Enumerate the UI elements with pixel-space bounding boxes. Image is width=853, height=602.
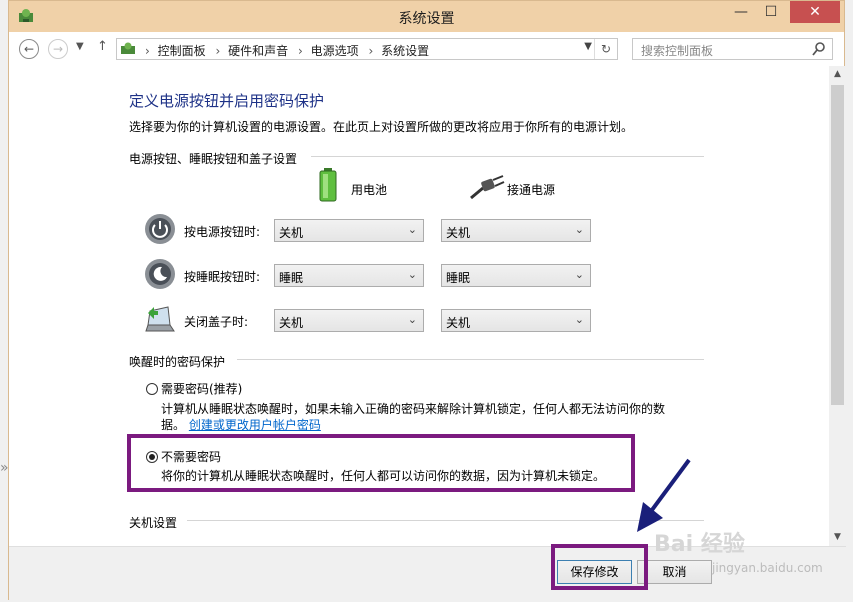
chevron-down-icon: ⌄ [574, 268, 584, 281]
breadcrumb-separator[interactable]: › [298, 44, 303, 58]
require-password-description-end: 据。 [161, 418, 186, 432]
breadcrumb-control-panel[interactable]: 控制面板 [158, 44, 206, 58]
search-placeholder: 搜索控制面板 [641, 44, 714, 58]
power-button-label: 按电源按钮时: [184, 225, 261, 239]
close-lid-plugged-select[interactable]: 关机 ⌄ [441, 309, 591, 332]
create-password-link[interactable]: 创建或更改用户帐户密码 [189, 418, 321, 432]
annotation-highlight-option [127, 434, 635, 492]
vertical-scrollbar[interactable]: ▲ ▼ [829, 66, 846, 546]
power-plug-icon [470, 175, 505, 200]
page-title: 定义电源按钮并启用密码保护 [129, 92, 325, 110]
chevron-down-icon: ⌄ [407, 223, 417, 236]
annotation-arrow-icon [637, 458, 691, 532]
control-panel-icon [121, 42, 135, 54]
navigation-bar: ← → ▼ ↑ › 控制面板 › 硬件和声音 › 电源选项 › 系统设置 ▼ ↻… [9, 32, 844, 66]
require-password-label[interactable]: 需要密码(推荐) [161, 380, 242, 397]
breadcrumb-hardware-sound[interactable]: 硬件和声音 [228, 44, 288, 58]
require-password-radio[interactable] [146, 383, 158, 395]
selected-value: 睡眠 [279, 271, 304, 285]
close-lid-battery-select[interactable]: 关机 ⌄ [274, 309, 424, 332]
battery-icon [319, 168, 337, 202]
refresh-button[interactable]: ↻ [594, 39, 617, 59]
titlebar: 系统设置 — ☐ ✕ [9, 1, 844, 32]
page-description: 选择要为你的计算机设置的电源设置。在此页上对设置所做的更改将应用于你所有的电源计… [129, 120, 634, 134]
plugged-column-header: 接通电源 [507, 183, 556, 197]
minimize-button[interactable]: — [726, 1, 756, 23]
selected-value: 关机 [279, 316, 304, 330]
breadcrumb-separator[interactable]: › [368, 44, 373, 58]
selected-value: 关机 [279, 226, 304, 240]
section-divider [187, 520, 704, 521]
power-button-plugged-select[interactable]: 关机 ⌄ [441, 219, 591, 242]
watermark-url: jingyan.baidu.com [712, 561, 823, 575]
shutdown-section-title: 关机设置 [129, 516, 178, 530]
selected-value: 关机 [446, 226, 471, 240]
breadcrumb-separator: › [145, 44, 150, 58]
power-section-title: 电源按钮、睡眠按钮和盖子设置 [129, 152, 298, 166]
chevron-down-icon: ⌄ [574, 313, 584, 326]
sleep-button-icon [145, 259, 175, 289]
search-input[interactable]: 搜索控制面板 [632, 38, 833, 60]
sleep-button-battery-select[interactable]: 睡眠 ⌄ [274, 264, 424, 287]
close-lid-label: 关闭盖子时: [184, 315, 249, 329]
back-button[interactable]: ← [19, 39, 39, 59]
breadcrumb-system-settings[interactable]: 系统设置 [381, 44, 429, 58]
selected-value: 关机 [446, 316, 471, 330]
require-password-description: 计算机从睡眠状态唤醒时，如果未输入正确的密码来解除计算机锁定，任何人都无法访问你… [161, 402, 666, 416]
watermark-brand: Bai 经验 [654, 532, 745, 557]
chevron-down-icon: ⌄ [574, 223, 584, 236]
scrollbar-thumb[interactable] [831, 85, 844, 405]
breadcrumb: › 控制面板 › 硬件和声音 › 电源选项 › 系统设置 [143, 42, 433, 59]
close-button[interactable]: ✕ [790, 1, 840, 23]
selected-value: 睡眠 [446, 271, 471, 285]
breadcrumb-power-options[interactable]: 电源选项 [311, 44, 359, 58]
scroll-down-icon[interactable]: ▼ [829, 529, 846, 546]
sleep-button-plugged-select[interactable]: 睡眠 ⌄ [441, 264, 591, 287]
recent-locations-icon[interactable]: ▼ [76, 41, 84, 52]
battery-column-header: 用电池 [351, 183, 388, 197]
address-dropdown-icon[interactable]: ▼ [584, 41, 592, 52]
laptop-lid-icon [145, 306, 175, 332]
chevron-down-icon: ⌄ [407, 313, 417, 326]
annotation-highlight-save [551, 544, 648, 590]
window-title: 系统设置 [398, 11, 455, 27]
forward-button[interactable]: → [48, 39, 68, 59]
password-section-title: 唤醒时的密码保护 [129, 355, 226, 369]
section-divider [237, 359, 704, 360]
power-button-battery-select[interactable]: 关机 ⌄ [274, 219, 424, 242]
maximize-button[interactable]: ☐ [756, 1, 786, 23]
chevron-down-icon: ⌄ [407, 268, 417, 281]
address-bar[interactable]: › 控制面板 › 硬件和声音 › 电源选项 › 系统设置 ▼ ↻ [116, 38, 618, 60]
up-button[interactable]: ↑ [97, 39, 108, 54]
power-button-icon [145, 214, 175, 244]
sleep-button-label: 按睡眠按钮时: [184, 270, 261, 284]
breadcrumb-separator[interactable]: › [215, 44, 220, 58]
scroll-up-icon[interactable]: ▲ [829, 66, 846, 83]
require-password-description-cont: 据。 创建或更改用户帐户密码 [161, 416, 321, 433]
cancel-button[interactable]: 取消 [637, 560, 712, 584]
system-settings-window: 系统设置 — ☐ ✕ ← → ▼ ↑ › 控制面板 › 硬件和声音 › 电源选项… [8, 0, 846, 602]
search-icon[interactable] [812, 41, 826, 57]
section-divider [311, 156, 704, 157]
